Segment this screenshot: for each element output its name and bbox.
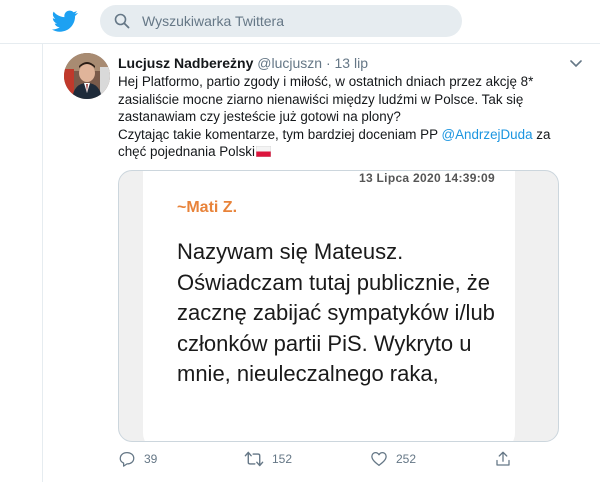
reply-icon [119, 451, 135, 467]
tweet-header: Lucjusz Nadbereżny @lucjuszn · 13 lip [118, 54, 368, 72]
tweet-media-image[interactable]: 13 Lipca 2020 14:39:09 ~Mati Z. Nazywam … [118, 170, 559, 442]
tweet-text-before-mention: Czytając takie komentarze, tym bardziej … [118, 126, 442, 142]
like-icon [371, 451, 387, 467]
author-name[interactable]: Lucjusz Nadbereżny [118, 55, 253, 71]
tweet-text: Hej Platformo, partio zgody i miłość, w … [118, 73, 570, 161]
reply-count: 39 [144, 452, 158, 466]
message-date: 13 Lipca 2020 14:39:09 [358, 171, 495, 185]
search-input[interactable] [142, 5, 442, 37]
poland-flag-icon [255, 146, 271, 157]
tweet-text-paragraph-1: Hej Platformo, partio zgody i miłość, w … [118, 74, 534, 124]
search-bar[interactable] [100, 5, 462, 37]
tweet-timestamp[interactable]: 13 lip [335, 55, 368, 71]
avatar[interactable] [64, 53, 110, 99]
like-count: 252 [396, 452, 417, 466]
share-action[interactable] [494, 450, 512, 468]
retweet-action[interactable]: 152 [244, 450, 292, 468]
message-body: Nazywam się Mateusz. Oświadczam tutaj pu… [177, 239, 495, 386]
share-icon [496, 451, 510, 466]
tweet-text-paragraph-2: Czytając takie komentarze, tym bardziej … [118, 126, 570, 161]
tweet-actions: 39 152 252 [118, 448, 588, 472]
message-sender: ~Mati Z. [177, 199, 238, 216]
search-icon [114, 13, 130, 29]
separator-dot: · [325, 55, 331, 71]
timeline-border [42, 44, 43, 482]
top-bar [0, 0, 600, 44]
author-handle[interactable]: @lucjuszn [257, 55, 322, 71]
twitter-bird-logo-icon[interactable] [51, 8, 79, 34]
mention-link[interactable]: @AndrzejDuda [442, 127, 533, 142]
retweet-icon [244, 451, 264, 467]
retweet-count: 152 [272, 452, 293, 466]
chevron-down-icon[interactable] [570, 60, 582, 68]
screenshot-background: 13 Lipca 2020 14:39:09 ~Mati Z. Nazywam … [119, 171, 558, 441]
message-card: 13 Lipca 2020 14:39:09 ~Mati Z. Nazywam … [143, 171, 515, 441]
like-action[interactable]: 252 [370, 450, 416, 468]
reply-action[interactable]: 39 [118, 450, 157, 468]
